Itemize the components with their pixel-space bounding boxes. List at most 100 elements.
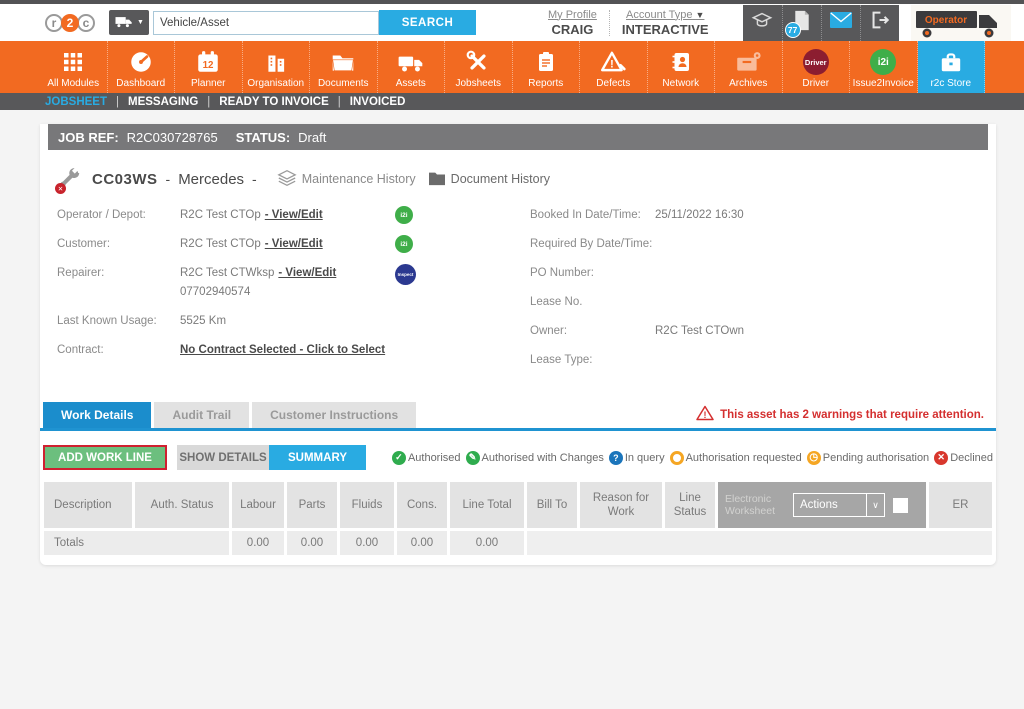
operator-logo[interactable]: Operator <box>911 5 1011 41</box>
i2i-status-badge[interactable]: i2i <box>395 206 413 224</box>
field-label: PO Number: <box>530 264 655 283</box>
nav-dashboard[interactable]: Dashboard <box>108 41 176 93</box>
legend-authorised-with-changes: ✎ Authorised with Changes <box>466 451 604 465</box>
totals-fluids: 0.00 <box>340 531 394 555</box>
col-cons: Cons. <box>397 482 447 528</box>
fields-left-column: Operator / Depot: R2C Test CTOp- View/Ed… <box>57 206 530 380</box>
gauge-icon <box>128 48 154 76</box>
grid-icon <box>61 48 85 76</box>
ring-icon <box>670 451 684 465</box>
tab-customer-instructions[interactable]: Customer Instructions <box>252 402 416 428</box>
field-label: Owner: <box>530 322 655 341</box>
nav-organisation[interactable]: Organisation <box>243 41 311 93</box>
document-history-link[interactable]: Document History <box>428 170 550 189</box>
field-label: Customer: <box>57 235 180 254</box>
i2i-status-badge[interactable]: i2i <box>395 235 413 253</box>
nav-label: Defects <box>596 78 630 89</box>
nav-all-modules[interactable]: All Modules <box>40 41 108 93</box>
field-label: Booked In Date/Time: <box>530 206 655 225</box>
field-required-by: Required By Date/Time: <box>530 235 970 254</box>
nav-label: Archives <box>729 78 767 89</box>
tab-audit-trail[interactable]: Audit Trail <box>154 402 249 428</box>
nav-documents[interactable]: Documents <box>310 41 378 93</box>
subnav-messaging[interactable]: MESSAGING <box>128 96 198 108</box>
chevron-down-icon: ▼ <box>137 19 144 26</box>
work-lines-table: Description Auth. Status Labour Parts Fl… <box>44 482 992 555</box>
nav-archives[interactable]: Archives <box>715 41 783 93</box>
vehicle-type-dropdown[interactable]: ▼ <box>109 10 149 35</box>
contract-select-link[interactable]: No Contract Selected - Click to Select <box>180 341 385 360</box>
nav-jobsheets[interactable]: Jobsheets <box>445 41 513 93</box>
legend-in-query: ? In query <box>609 451 665 465</box>
field-label: Lease No. <box>530 293 655 312</box>
dash: - <box>252 171 257 187</box>
vehicle-asset-search-input[interactable] <box>153 11 379 35</box>
subnav-invoiced[interactable]: INVOICED <box>350 96 406 108</box>
account-type-link[interactable]: Account Type ▼ <box>622 9 709 21</box>
contact-book-icon <box>669 48 693 76</box>
main-content: JOB REF: R2C030728765 STATUS: Draft ✕ CC… <box>0 110 1024 565</box>
logout-button[interactable] <box>860 5 899 41</box>
nav-label: Issue2Invoice <box>853 78 914 89</box>
totals-label: Totals <box>44 531 229 555</box>
question-icon: ? <box>609 451 623 465</box>
briefcase-icon <box>938 48 964 76</box>
tab-underline <box>40 428 996 431</box>
subnav-jobsheet[interactable]: JOBSHEET <box>45 96 107 108</box>
svg-text:!: ! <box>704 410 707 420</box>
col-auth-status: Auth. Status <box>135 482 229 528</box>
divider: | <box>207 96 210 108</box>
nav-assets[interactable]: Assets <box>378 41 446 93</box>
nav-defects[interactable]: ! Defects <box>580 41 648 93</box>
col-line-total: Line Total <box>450 482 524 528</box>
add-work-line-button[interactable]: ADD WORK LINE <box>43 445 167 470</box>
summary-button[interactable]: SUMMARY <box>269 445 366 470</box>
profile-name: CRAIG <box>548 22 597 37</box>
layers-icon <box>277 168 297 191</box>
view-edit-link[interactable]: - View/Edit <box>265 238 323 250</box>
vehicle-make: Mercedes <box>178 171 244 188</box>
search-button[interactable]: SEARCH <box>379 10 476 35</box>
nav-r2c-store[interactable]: r2c Store <box>918 41 986 93</box>
inspect-status-badge[interactable]: Inspect <box>395 264 416 285</box>
actions-select[interactable]: Actions ∨ <box>793 493 885 517</box>
totals-filler <box>527 531 992 555</box>
check-pencil-icon: ✎ <box>466 451 480 465</box>
operator-text: Operator <box>924 15 966 26</box>
field-owner: Owner: R2C Test CTOwn <box>530 322 970 341</box>
nav-reports[interactable]: Reports <box>513 41 581 93</box>
nav-label: Jobsheets <box>455 78 501 89</box>
maintenance-history-link[interactable]: Maintenance History <box>277 168 416 191</box>
logo-letter-2: 2 <box>61 14 79 32</box>
select-all-checkbox[interactable] <box>893 498 908 513</box>
tab-work-details[interactable]: Work Details <box>43 402 151 428</box>
field-lease-type: Lease Type: <box>530 351 970 370</box>
col-line-status: Line Status <box>665 482 715 528</box>
nav-label: Driver <box>802 78 829 89</box>
nav-network[interactable]: Network <box>648 41 716 93</box>
warning-triangle-icon: ! <box>696 405 714 424</box>
graduation-cap-icon <box>750 9 774 36</box>
my-profile-link[interactable]: My Profile <box>548 9 597 21</box>
wrench-icon: ✕ <box>57 166 84 192</box>
table-header-row: Description Auth. Status Labour Parts Fl… <box>44 482 992 528</box>
main-navigation: All Modules Dashboard 12 Planner Organis… <box>0 41 1024 93</box>
nav-label: Planner <box>191 78 225 89</box>
chevron-down-icon: ▼ <box>696 10 705 20</box>
view-edit-link[interactable]: - View/Edit <box>265 209 323 221</box>
show-details-button[interactable]: SHOW DETAILS <box>177 445 269 470</box>
view-edit-link[interactable]: - View/Edit <box>278 267 336 279</box>
nav-planner[interactable]: 12 Planner <box>175 41 243 93</box>
job-ref-label: JOB REF: <box>58 130 119 145</box>
training-button[interactable] <box>743 5 782 41</box>
subnav-ready-to-invoice[interactable]: READY TO INVOICE <box>219 96 329 108</box>
nav-issue2invoice[interactable]: i2i Issue2Invoice <box>850 41 918 93</box>
field-value: 5525 Km <box>180 312 226 331</box>
field-operator-depot: Operator / Depot: R2C Test CTOp- View/Ed… <box>57 206 530 225</box>
nav-driver[interactable]: Driver Driver <box>783 41 851 93</box>
documents-notification-button[interactable]: 77 <box>782 5 821 41</box>
work-details-toolbar: ADD WORK LINE SHOW DETAILS SUMMARY ✓ Aut… <box>43 445 993 470</box>
messages-button[interactable] <box>821 5 860 41</box>
chevron-down-icon: ∨ <box>866 493 884 517</box>
topbar-icon-tiles: 77 <box>743 5 899 41</box>
